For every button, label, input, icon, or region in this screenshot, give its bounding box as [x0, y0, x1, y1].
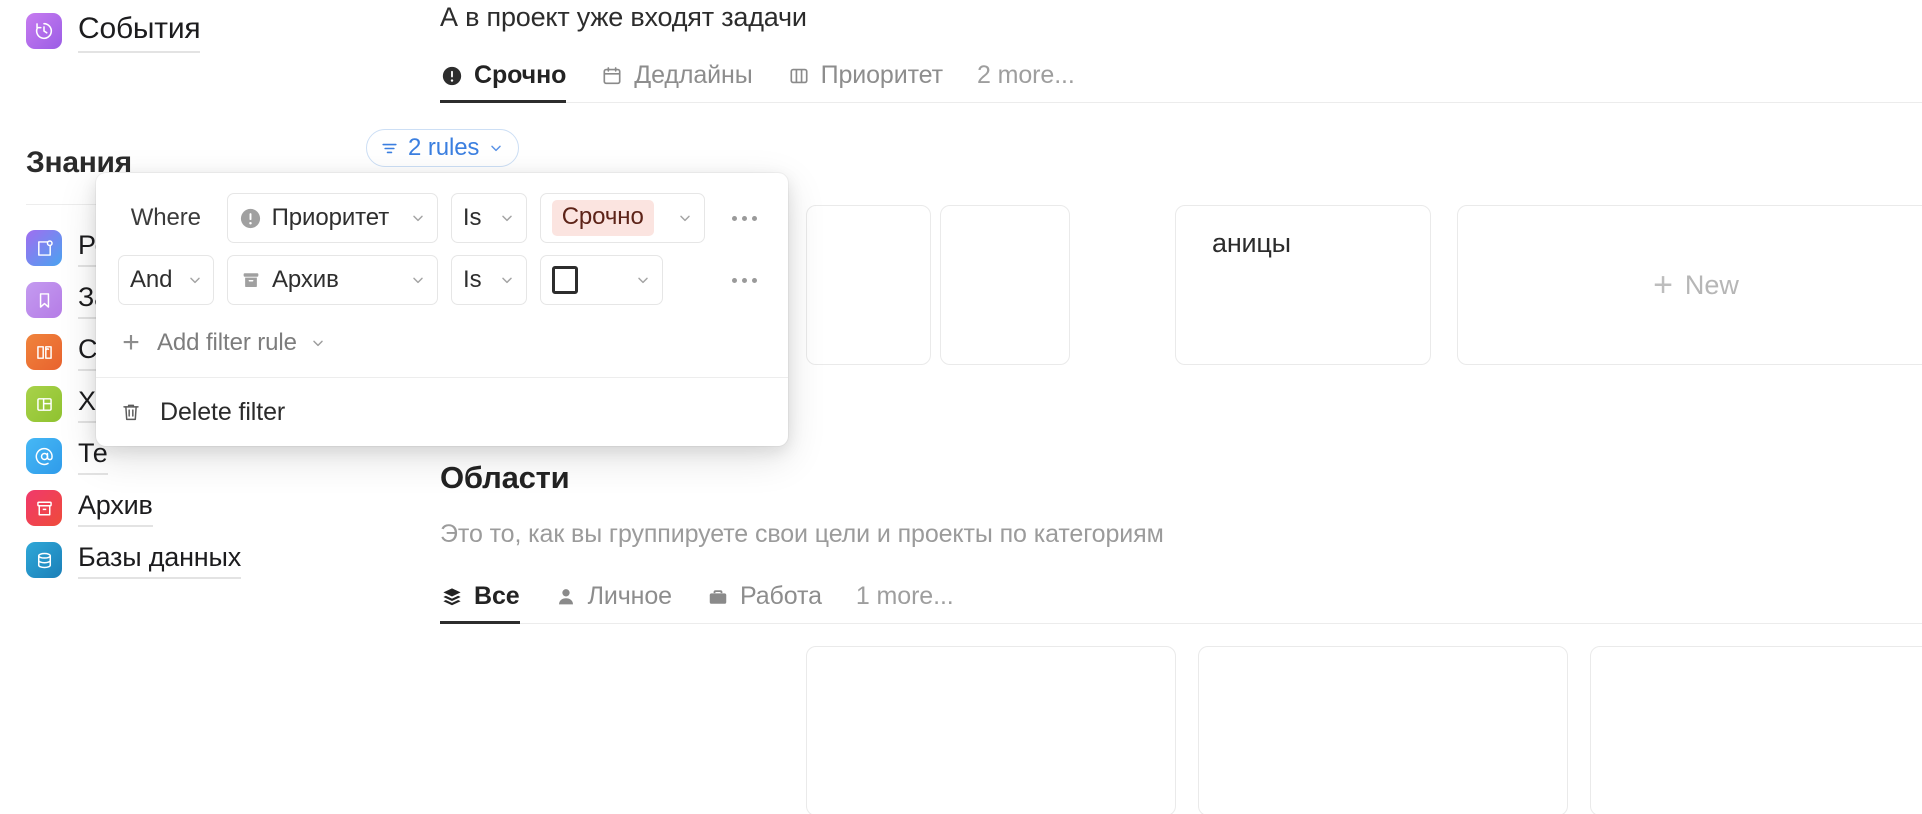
filter-operator-value: Is [463, 266, 482, 293]
tab-deadlines[interactable]: Дедлайны [600, 61, 753, 103]
filter-rule-more-button[interactable] [722, 258, 766, 302]
tab-more-areas[interactable]: 1 more... [856, 582, 954, 624]
tab-label: Приоритет [820, 61, 944, 89]
exclamation-circle-icon [239, 206, 263, 230]
filter-property-select[interactable]: Архив [227, 255, 439, 305]
chevron-down-icon [671, 210, 693, 226]
chevron-down-icon [404, 210, 426, 226]
filter-operator-value: Is [462, 204, 482, 231]
area-card-2[interactable] [1198, 646, 1568, 814]
checkbox-unchecked-icon[interactable] [551, 266, 578, 294]
filter-conjunction-value: And [130, 266, 173, 293]
at-sign-icon [26, 438, 62, 474]
bookmark-icon [26, 282, 62, 318]
filter-popover: Where Приоритет Is Срочно And Архив Is +… [96, 173, 788, 446]
filter-conjunction-label: Where [130, 204, 201, 231]
new-project-card[interactable]: + New [1457, 205, 1922, 365]
filter-rule-row: And Архив Is [96, 249, 788, 311]
chevron-down-icon [404, 272, 426, 288]
project-card-pages[interactable]: аницы [1175, 205, 1431, 365]
filter-lines-icon [380, 139, 399, 158]
tab-vse[interactable]: Все [440, 582, 520, 624]
tab-work[interactable]: Работа [706, 582, 822, 624]
filter-property-select[interactable]: Приоритет [226, 193, 438, 243]
note-plus-icon [26, 230, 62, 266]
chevron-down-icon [488, 140, 504, 156]
projects-block-title: А в проект уже входят задачи [440, 2, 807, 32]
new-card-label: New [1684, 269, 1739, 300]
area-card-3[interactable] [1590, 646, 1922, 814]
areas-block-title: Области [440, 460, 570, 495]
areas-tabbar: Все Личное Работа 1 more... [440, 572, 1922, 624]
open-book-icon [26, 334, 62, 370]
sidebar-item-events[interactable]: События [26, 10, 201, 53]
tab-priority[interactable]: Приоритет [787, 61, 943, 103]
delete-filter-button[interactable]: Delete filter [96, 378, 788, 446]
filter-rule-row: Where Приоритет Is Срочно [96, 187, 788, 249]
columns-icon [787, 64, 811, 88]
clock-history-icon [26, 13, 62, 50]
chevron-down-icon [493, 210, 515, 226]
archive-box-icon [239, 268, 263, 292]
archive-box-icon [26, 490, 62, 526]
filter-rule-more-button[interactable] [722, 196, 766, 240]
sidebar-item-label: Архив [78, 489, 153, 528]
filter-property-value: Архив [272, 266, 339, 293]
delete-filter-label: Delete filter [160, 397, 286, 426]
layout-columns-icon [26, 386, 62, 422]
layers-icon [440, 585, 464, 609]
areas-block-subtitle: Это то, как вы группируете свои цели и п… [440, 520, 1164, 548]
tab-label: 2 more... [976, 61, 1075, 89]
sidebar-item-label: События [78, 10, 201, 53]
filter-chip-label: 2 rules [408, 134, 480, 161]
projects-tabbar: Срочно Дедлайны Приоритет 2 more... [440, 55, 1922, 103]
tab-label: Срочно [474, 61, 567, 89]
sidebar-item-label: Базы данных [78, 541, 241, 580]
filter-rule-list: Where Приоритет Is Срочно And Архив Is [96, 173, 788, 311]
filter-operator-select[interactable]: Is [450, 193, 527, 243]
sidebar-item-databases[interactable]: Базы данных [26, 534, 426, 586]
status-badge: Срочно [551, 200, 654, 236]
briefcase-icon [706, 585, 730, 609]
project-card-partial[interactable] [806, 205, 931, 365]
tab-more-projects[interactable]: 2 more... [977, 61, 1075, 103]
filter-rules-chip[interactable]: 2 rules [366, 129, 520, 167]
database-icon [26, 542, 62, 578]
filter-operator-select[interactable]: Is [451, 255, 527, 305]
tab-label: 1 more... [855, 582, 954, 610]
chevron-down-icon [629, 272, 651, 288]
plus-icon: + [122, 326, 140, 359]
filter-value-checkbox[interactable] [539, 255, 664, 305]
sidebar-item-archive[interactable]: Архив [26, 482, 426, 534]
filter-conjunction-select[interactable]: And [118, 255, 214, 305]
tab-label: Дедлайны [634, 61, 753, 89]
tab-label: Все [474, 582, 520, 610]
chevron-down-icon [310, 335, 326, 351]
tab-label: Работа [739, 582, 822, 610]
add-filter-rule-button[interactable]: + Add filter rule [96, 311, 788, 375]
project-card-title: аницы [1212, 228, 1291, 258]
exclamation-circle-icon [440, 64, 464, 88]
plus-icon: + [1653, 266, 1673, 304]
filter-value-select[interactable]: Срочно [539, 193, 706, 243]
tab-label: Личное [587, 582, 673, 610]
person-icon [554, 585, 578, 609]
project-card-hidden[interactable] [940, 205, 1070, 365]
calendar-icon [600, 64, 624, 88]
add-filter-rule-label: Add filter rule [157, 329, 297, 356]
filter-property-value: Приоритет [271, 204, 390, 231]
tab-srochno[interactable]: Срочно [440, 61, 567, 103]
chevron-down-icon [181, 272, 203, 288]
trash-icon [118, 401, 144, 423]
area-card-1[interactable] [806, 646, 1176, 814]
tab-personal[interactable]: Личное [554, 582, 672, 624]
chevron-down-icon [493, 272, 515, 288]
